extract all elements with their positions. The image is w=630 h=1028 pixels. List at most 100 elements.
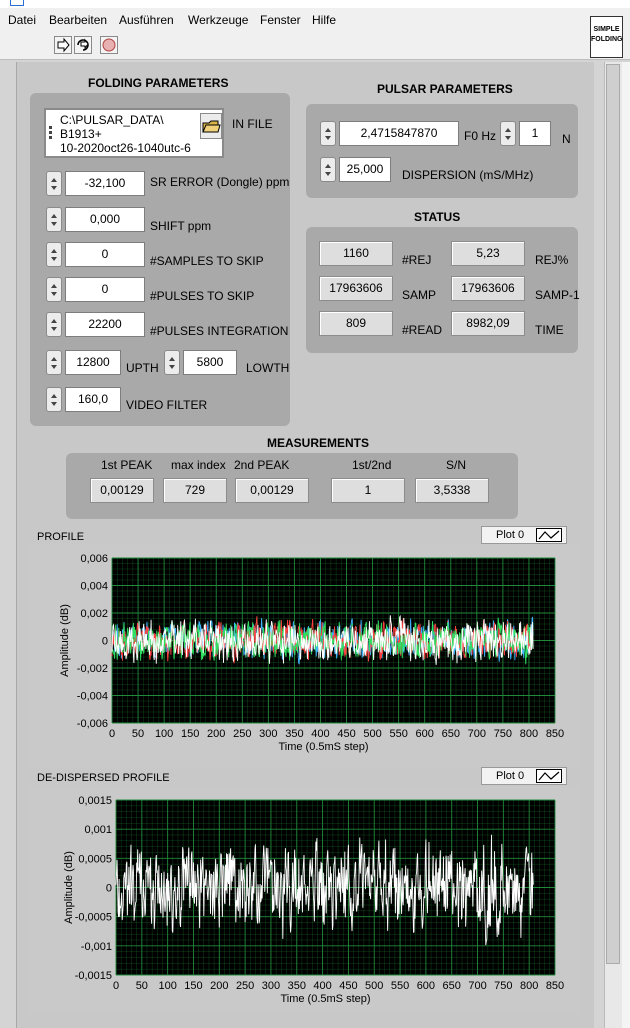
samples-skip-value[interactable]: 0 (65, 242, 145, 267)
f0-control[interactable]: 2,4715847870 (320, 121, 460, 146)
ratio-label: 1st/2nd (352, 458, 392, 472)
dedispersed-plot-legend[interactable]: Plot 0 (481, 767, 567, 785)
dedispersed-x-tick-label: 550 (391, 980, 409, 992)
profile-y-axis-label: Amplitude (dB) (59, 604, 71, 677)
samples-skip-control[interactable]: 0 (46, 242, 146, 267)
max-index-label: max index (171, 458, 226, 472)
pulses-skip-spinner[interactable] (46, 277, 62, 302)
sn-indicator: 3,5338 (415, 478, 489, 503)
dedispersed-x-tick-label: 100 (158, 980, 176, 992)
profile-y-tick-label: -0,006 (77, 718, 108, 730)
menu-werkzeuge[interactable]: Werkzeuge (188, 13, 248, 27)
upth-spinner[interactable] (46, 350, 62, 375)
background-window-edge (622, 62, 630, 1028)
shift-spinner[interactable] (46, 207, 62, 232)
browse-button[interactable] (200, 113, 222, 139)
video-filter-label: VIDEO FILTER (126, 398, 208, 412)
video-filter-spinner[interactable] (46, 387, 62, 412)
pulses-integration-value[interactable]: 22200 (65, 312, 145, 337)
dedispersed-y-tick-label: 0,0015 (78, 795, 112, 807)
profile-x-tick-label: 100 (155, 728, 173, 740)
path-type-icon (48, 126, 54, 140)
dispersion-control[interactable]: 25,000 (320, 157, 392, 182)
menu-datei[interactable]: Datei (8, 13, 36, 27)
pulses-integration-spinner[interactable] (46, 312, 62, 337)
dedispersed-x-tick-label: 800 (520, 980, 538, 992)
f0-spinner[interactable] (320, 121, 336, 146)
dedispersed-y-tick-label: 0 (106, 883, 112, 895)
pulses-skip-control[interactable]: 0 (46, 277, 146, 302)
pulses-skip-value[interactable]: 0 (65, 277, 145, 302)
profile-x-tick-label: 550 (389, 728, 407, 740)
menu-bearbeiten[interactable]: Bearbeiten (49, 13, 107, 27)
lowth-spinner[interactable] (164, 350, 180, 375)
dedispersed-y-tick-label: -0,0015 (75, 970, 112, 982)
menu-ausfuehren[interactable]: Ausführen (119, 13, 174, 27)
in-file-label: IN FILE (232, 117, 273, 131)
video-filter-value[interactable]: 160,0 (65, 387, 121, 412)
dedispersed-x-tick-label: 250 (236, 980, 254, 992)
rej-indicator: 1160 (319, 241, 393, 266)
profile-x-tick-label: 700 (468, 728, 486, 740)
shift-control[interactable]: 0,000 (46, 207, 146, 232)
lowth-control[interactable]: 5800 (164, 350, 238, 375)
dedispersed-x-tick-label: 450 (339, 980, 357, 992)
profile-x-tick-label: 650 (442, 728, 460, 740)
profile-x-tick-label: 450 (337, 728, 355, 740)
profile-x-tick-label: 500 (363, 728, 381, 740)
dedispersed-x-tick-label: 350 (288, 980, 306, 992)
menu-bar: Datei Bearbeiten Ausführen Werkzeuge Fen… (0, 8, 630, 32)
profile-y-tick-label: -0,004 (77, 691, 108, 703)
samp1-label: SAMP-1 (535, 288, 580, 302)
dedispersed-x-tick-label: 400 (313, 980, 331, 992)
lowth-value[interactable]: 5800 (183, 350, 237, 375)
rej-pct-indicator: 5,23 (451, 241, 525, 266)
upth-label: UPTH (126, 361, 159, 375)
f0-value[interactable]: 2,4715847870 (339, 121, 459, 146)
dedispersed-legend-label: Plot 0 (496, 770, 525, 782)
dispersion-value[interactable]: 25,000 (339, 157, 391, 182)
video-filter-control[interactable]: 160,0 (46, 387, 122, 412)
profile-x-tick-label: 800 (520, 728, 538, 740)
folder-icon (202, 120, 221, 133)
samp-label: SAMP (402, 288, 437, 302)
run-button[interactable] (54, 36, 72, 54)
dedispersed-x-tick-label: 50 (136, 980, 148, 992)
dedispersed-graph-title: DE-DISPERSED PROFILE (37, 772, 170, 784)
pulsar-parameters-title: PULSAR PARAMETERS (377, 82, 513, 96)
dedispersed-chart: 0 50 100 150 200 250 300 350 400 450 500 550 600 650 7… (63, 795, 564, 1005)
ratio-indicator: 1 (331, 478, 405, 503)
f0-label: F0 Hz (464, 129, 497, 143)
pulsar-parameters-group (306, 104, 578, 198)
samples-skip-spinner[interactable] (46, 242, 62, 267)
toolbar (0, 32, 630, 60)
n-value[interactable]: 1 (519, 121, 551, 146)
dedispersed-y-tick-label: 0,001 (84, 824, 112, 836)
menu-fenster[interactable]: Fenster (260, 13, 301, 27)
title-bar (0, 0, 630, 8)
run-continuously-icon (77, 38, 89, 51)
in-file-path[interactable]: C:\PULSAR_DATA\ B1913+ 10-2020oct26-1040… (44, 108, 224, 158)
pulses-integration-control[interactable]: 22200 (46, 312, 146, 337)
run-continuously-button[interactable] (74, 36, 92, 54)
upth-value[interactable]: 12800 (65, 350, 121, 375)
n-label: N (562, 132, 571, 146)
simple-folding-logo: SIMPLE FOLDING (590, 16, 623, 58)
menu-hilfe[interactable]: Hilfe (312, 13, 336, 27)
upth-control[interactable]: 12800 (46, 350, 122, 375)
n-spinner[interactable] (500, 121, 516, 146)
profile-x-tick-label: 150 (181, 728, 199, 740)
pulses-integration-label: #PULSES INTEGRATION (150, 324, 289, 338)
scrollbar-thumb[interactable] (606, 64, 620, 964)
profile-x-tick-label: 300 (259, 728, 277, 740)
sr-error-control[interactable]: -32,100 (46, 171, 146, 196)
profile-plot-legend[interactable]: Plot 0 (481, 526, 567, 544)
samp1-indicator: 17963606 (451, 276, 525, 301)
shift-label: SHIFT ppm (150, 219, 212, 233)
dispersion-spinner[interactable] (320, 157, 336, 182)
abort-button[interactable] (100, 36, 118, 54)
shift-value[interactable]: 0,000 (65, 207, 145, 232)
n-control[interactable]: 1 (500, 121, 552, 146)
sr-error-spinner[interactable] (46, 171, 62, 196)
sr-error-value[interactable]: -32,100 (65, 171, 145, 196)
